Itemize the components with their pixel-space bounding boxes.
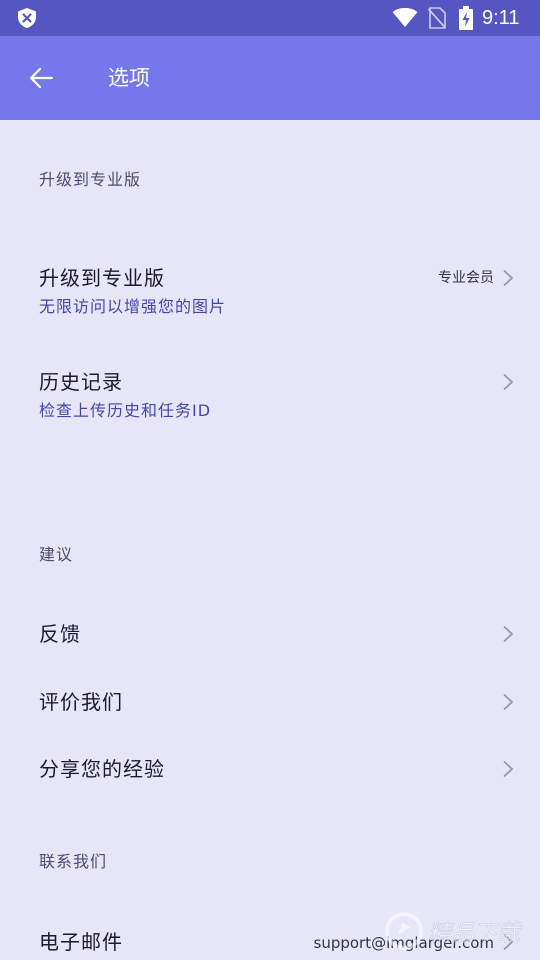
rate-us-row[interactable]: 评价我们 xyxy=(0,678,540,726)
row-label: 分享您的经验 xyxy=(39,757,165,781)
watermark-text: 精品下载 xyxy=(428,921,523,947)
page-title: 选项 xyxy=(108,66,150,90)
battery-charging-icon xyxy=(459,6,473,30)
history-row[interactable]: 历史记录 检查上传历史和任务ID xyxy=(0,356,540,436)
section-header-contact: 联系我们 xyxy=(39,852,108,871)
no-sim-icon xyxy=(428,7,446,29)
row-label: 电子邮件 xyxy=(39,930,123,954)
upgrade-pro-row[interactable]: 升级到专业版 无限访问以增强您的图片 专业会员 xyxy=(0,250,540,330)
membership-value: 专业会员 xyxy=(438,270,494,286)
section-header-suggestions: 建议 xyxy=(39,545,74,564)
chevron-right-icon xyxy=(503,269,514,287)
section-header-upgrade: 升级到专业版 xyxy=(39,170,142,189)
chevron-right-icon xyxy=(503,693,514,711)
watermark-logo: 精品下载 xyxy=(385,912,523,950)
wifi-icon xyxy=(392,8,418,27)
app-bar: 选项 xyxy=(0,36,540,120)
row-label: 评价我们 xyxy=(39,690,123,714)
chevron-right-icon xyxy=(503,625,514,643)
feedback-row[interactable]: 反馈 xyxy=(0,610,540,658)
chevron-right-icon xyxy=(503,760,514,778)
status-time: 9:11 xyxy=(482,7,520,29)
row-label: 历史记录 xyxy=(39,370,123,394)
row-label: 反馈 xyxy=(39,622,81,646)
row-subtitle: 检查上传历史和任务ID xyxy=(39,401,212,420)
chevron-right-icon xyxy=(503,373,514,391)
row-subtitle: 无限访问以增强您的图片 xyxy=(39,297,227,316)
row-label: 升级到专业版 xyxy=(39,266,165,290)
arrow-left-icon[interactable] xyxy=(28,66,54,90)
shield-x-icon xyxy=(18,8,36,28)
status-bar: 9:11 xyxy=(0,0,540,36)
share-experience-row[interactable]: 分享您的经验 xyxy=(0,745,540,793)
